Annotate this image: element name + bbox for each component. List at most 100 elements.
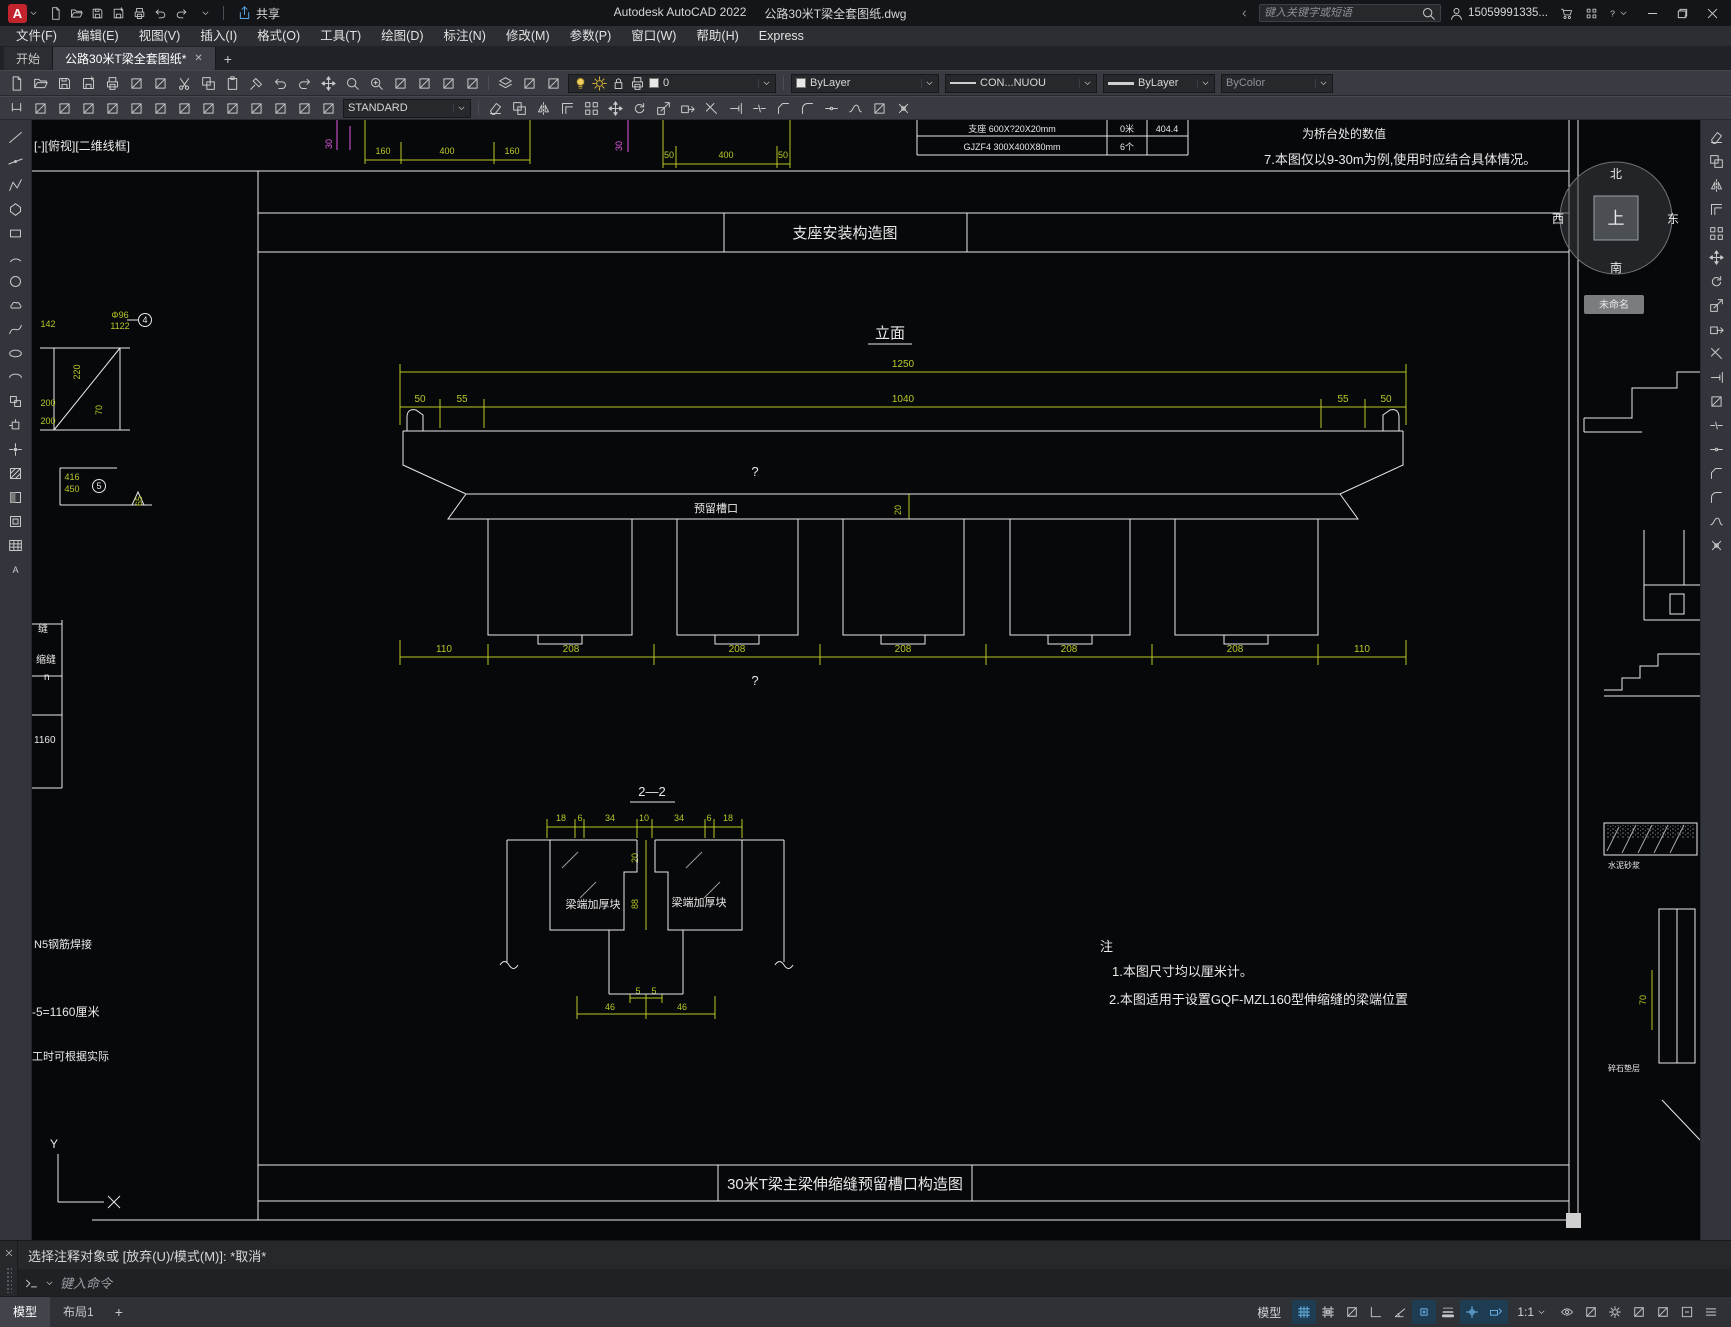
- tolerance-button[interactable]: [292, 98, 316, 119]
- scale-button[interactable]: [1703, 294, 1729, 316]
- new-layout-button[interactable]: +: [107, 1297, 131, 1327]
- linetype-select[interactable]: CON...NUOU: [945, 73, 1097, 93]
- color-select[interactable]: ByLayer: [791, 73, 939, 93]
- join-button[interactable]: [1703, 438, 1729, 460]
- viewcube[interactable]: 上 北 南 西 东: [1552, 161, 1679, 275]
- menu-item[interactable]: 修改(M): [496, 26, 560, 46]
- open-button[interactable]: [66, 3, 87, 23]
- dim-arc-length-button[interactable]: [52, 98, 76, 119]
- copy-button[interactable]: [196, 73, 220, 94]
- text-style-select[interactable]: STANDARD: [343, 98, 471, 118]
- menu-item[interactable]: 工具(T): [310, 26, 371, 46]
- circle-button[interactable]: [3, 270, 29, 292]
- dim-continue-button[interactable]: [220, 98, 244, 119]
- offset-button[interactable]: [555, 98, 579, 119]
- undo-button[interactable]: [268, 73, 292, 94]
- point-button[interactable]: [3, 438, 29, 460]
- dim-diameter-button[interactable]: [124, 98, 148, 119]
- osnap-button[interactable]: [1412, 1300, 1437, 1324]
- tab-close-icon[interactable]: ✕: [194, 53, 202, 64]
- workspace-button[interactable]: [1603, 1300, 1627, 1324]
- model-tab[interactable]: 模型: [0, 1296, 51, 1327]
- open-button[interactable]: [28, 73, 52, 94]
- zoom-window-button[interactable]: [364, 73, 388, 94]
- plotstyle-select[interactable]: ByColor: [1221, 73, 1333, 93]
- mirror-button[interactable]: [1703, 174, 1729, 196]
- qat-customize-button[interactable]: [195, 3, 216, 23]
- menu-item[interactable]: Express: [749, 26, 814, 46]
- annotation-monitor-button[interactable]: [1627, 1300, 1651, 1324]
- copy-button[interactable]: [1703, 150, 1729, 172]
- menu-item[interactable]: 帮助(H): [686, 26, 748, 46]
- model-space-button[interactable]: 模型: [1247, 1304, 1291, 1321]
- plot-button[interactable]: [129, 3, 150, 23]
- save-button[interactable]: [52, 73, 76, 94]
- apps-button[interactable]: [1581, 3, 1602, 23]
- dim-ordinate-button[interactable]: [76, 98, 100, 119]
- polyline-button[interactable]: [3, 174, 29, 196]
- new-button[interactable]: [45, 3, 66, 23]
- gradient-button[interactable]: [3, 486, 29, 508]
- close-button[interactable]: [1697, 0, 1727, 26]
- grid-button[interactable]: [1292, 1300, 1317, 1324]
- command-close-button[interactable]: [4, 1245, 14, 1263]
- revision-cloud-button[interactable]: [3, 294, 29, 316]
- layer-isolate-button[interactable]: [541, 73, 565, 94]
- viewport-controls[interactable]: [-][俯视][二维线框]: [34, 138, 130, 153]
- break-button[interactable]: [1703, 414, 1729, 436]
- dim-break-button[interactable]: [268, 98, 292, 119]
- array-button[interactable]: [1703, 222, 1729, 244]
- zoom-button[interactable]: [340, 73, 364, 94]
- explode-button[interactable]: [1703, 534, 1729, 556]
- dim-baseline-button[interactable]: [196, 98, 220, 119]
- chamfer-button[interactable]: [1703, 462, 1729, 484]
- blend-button[interactable]: [1703, 510, 1729, 532]
- annotation-scale-button[interactable]: 1:1: [1509, 1305, 1554, 1319]
- drawing-canvas[interactable]: [-][俯视][二维线框] 支座安装构造图 30米T梁主梁伸缩缝预留槽口构造图 …: [32, 120, 1700, 1240]
- command-grip[interactable]: [5, 1267, 12, 1293]
- join-button[interactable]: [819, 98, 843, 119]
- layer-properties-button[interactable]: [493, 73, 517, 94]
- multiline-text-button[interactable]: A: [3, 558, 29, 580]
- extend-button[interactable]: [723, 98, 747, 119]
- redo-button[interactable]: [292, 73, 316, 94]
- view-name-chip[interactable]: 未命名: [1584, 295, 1644, 314]
- stretch-button[interactable]: [1703, 318, 1729, 340]
- arc-button[interactable]: [3, 246, 29, 268]
- ellipse-button[interactable]: [3, 342, 29, 364]
- store-button[interactable]: [1556, 3, 1577, 23]
- plot-button[interactable]: [100, 73, 124, 94]
- lineweight-button[interactable]: [1436, 1300, 1460, 1324]
- ortho-button[interactable]: [1364, 1300, 1388, 1324]
- menu-item[interactable]: 插入(I): [190, 26, 247, 46]
- rectangle-button[interactable]: [3, 222, 29, 244]
- stretch-button[interactable]: [675, 98, 699, 119]
- infer-constraints-button[interactable]: [1340, 1300, 1364, 1324]
- redo-button[interactable]: [171, 3, 192, 23]
- properties-button[interactable]: [412, 73, 436, 94]
- region-button[interactable]: [3, 510, 29, 532]
- menu-item[interactable]: 编辑(E): [67, 26, 129, 46]
- autoscale-button[interactable]: [1579, 1300, 1603, 1324]
- account-button[interactable]: 15059991335...: [1445, 6, 1552, 21]
- mirror-button[interactable]: [531, 98, 555, 119]
- menu-item[interactable]: 格式(O): [247, 26, 310, 46]
- viewport-grip[interactable]: [1566, 1213, 1581, 1228]
- move-button[interactable]: [1703, 246, 1729, 268]
- design-center-button[interactable]: [436, 73, 460, 94]
- polygon-button[interactable]: [3, 198, 29, 220]
- search-input[interactable]: [1264, 7, 1422, 19]
- search-box[interactable]: [1259, 4, 1442, 22]
- dim-linear-button[interactable]: [4, 98, 28, 119]
- menu-item[interactable]: 参数(P): [560, 26, 622, 46]
- tab-document[interactable]: 公路30米T梁全套图纸* ✕: [53, 47, 216, 70]
- customize-button[interactable]: [1699, 1300, 1723, 1324]
- hatch-button[interactable]: [3, 462, 29, 484]
- trim-button[interactable]: [1703, 342, 1729, 364]
- array-button[interactable]: [579, 98, 603, 119]
- clean-screen-button[interactable]: [1675, 1300, 1699, 1324]
- menu-item[interactable]: 标注(N): [434, 26, 496, 46]
- fillet-button[interactable]: [795, 98, 819, 119]
- fillet-button[interactable]: [1703, 486, 1729, 508]
- center-mark-button[interactable]: [316, 98, 340, 119]
